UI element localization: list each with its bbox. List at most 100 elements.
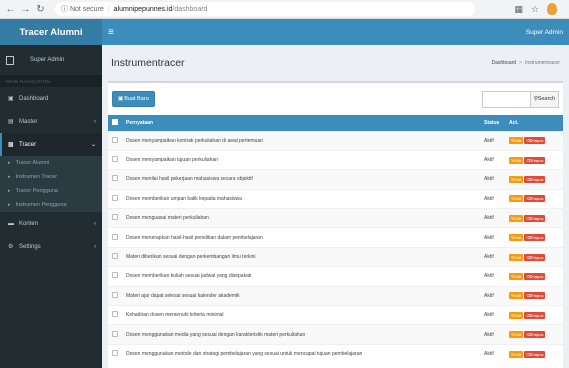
delete-label: Hapus [531,332,544,338]
sidebar-subitem-instrumen-tracer[interactable]: ▸ Instrumen Tracer [0,170,102,184]
row-checkbox[interactable] [112,311,118,318]
delete-button[interactable]: ⌫Hapus [524,234,546,242]
add-new-button[interactable]: ▣Buat Baru [112,91,155,107]
sidebar-item-settings[interactable]: ⚙ Settings ‹ [0,235,102,258]
chevron-left-icon: ‹ [94,243,96,250]
sidebar-item-konten[interactable]: ▬ Konten ‹ [0,212,102,235]
statement-cell: Dosen memberikan umpan balik kepada maha… [126,195,242,202]
statement-cell: Materi ajar dapat selesai sesuai kalende… [126,292,240,299]
row-checkbox[interactable] [112,214,118,221]
delete-label: Hapus [531,215,544,221]
sidebar-item-label: Master [19,118,38,125]
edit-button[interactable]: ✎Edit [509,175,524,183]
row-checkbox-cell [108,209,122,228]
edit-button[interactable]: ✎Edit [509,331,524,339]
status-cell: Aktif [484,312,494,319]
delete-button[interactable]: ⌫Hapus [524,253,546,261]
delete-button[interactable]: ⌫Hapus [524,214,546,222]
address-bar[interactable]: ⓘ Not secure | alumnipepunnes.id/dashboa… [55,2,475,16]
action-cell: ✎Edit ⌫Hapus [505,247,563,266]
row-checkbox[interactable] [112,330,118,337]
statement-cell: Dosen menggunakan media yang sesuai deng… [126,331,306,338]
select-all-checkbox[interactable] [112,118,118,125]
edit-button[interactable]: ✎Edit [509,350,524,358]
table-row: Dosen menerapkan hasil-hasil penelitian … [108,227,563,247]
sidebar-subitem-instrumen-pengguna[interactable]: ▸ Instrumen Pengguna [0,198,102,212]
status-cell: Aktif [484,234,494,241]
delete-button[interactable]: ⌫Hapus [524,137,546,145]
translate-icon[interactable]: ▦ [514,4,523,15]
action-cell: ✎Edit ⌫Hapus [505,131,563,150]
row-checkbox-cell [108,189,122,208]
menu-toggle-icon[interactable]: ≡ [108,27,114,38]
sidebar-item-tracer[interactable]: ▩ Tracer ⌄ [0,133,102,156]
breadcrumb: Dashboard > Instrumentracer [492,60,560,66]
search-button[interactable]: ⚲ Search [531,90,559,108]
row-checkbox[interactable] [112,350,118,357]
edit-button[interactable]: ✎Edit [509,292,524,300]
chevron-left-icon: ‹ [94,220,96,227]
sidebar-subitem-label: Tracer Alumni [15,160,50,166]
edit-button[interactable]: ✎Edit [509,234,524,242]
extension-icon[interactable] [547,3,557,15]
edit-button[interactable]: ✎Edit [509,195,524,203]
delete-label: Hapus [531,138,544,144]
delete-button[interactable]: ⌫Hapus [524,195,546,203]
sidebar-subitem-tracer-alumni[interactable]: ▸ Tracer Alumni [0,156,102,170]
reload-icon[interactable]: ↻ [34,3,47,16]
status-cell: Aktif [484,215,494,222]
url-path: /dashboard [172,5,208,13]
delete-button[interactable]: ⌫Hapus [524,350,546,358]
edit-button[interactable]: ✎Edit [509,214,524,222]
sidebar-section-header: MAIN NAVIGATION [0,75,102,87]
delete-button[interactable]: ⌫Hapus [524,331,546,339]
sidebar-user-name: Super Admin [30,57,65,63]
row-checkbox[interactable] [112,136,118,143]
edit-label: Edit [514,273,522,279]
action-cell: ✎Edit ⌫Hapus [505,189,563,208]
back-icon[interactable]: ← [4,3,17,16]
delete-button[interactable]: ⌫Hapus [524,311,546,319]
edit-button[interactable]: ✎Edit [509,253,524,261]
delete-button[interactable]: ⌫Hapus [524,175,546,183]
delete-label: Hapus [531,176,544,182]
delete-button[interactable]: ⌫Hapus [524,292,546,300]
desktop-icon: ▬ [8,220,14,227]
edit-button[interactable]: ✎Edit [509,311,524,319]
delete-button[interactable]: ⌫Hapus [524,156,546,164]
header-statement[interactable]: Pernyataan [122,115,480,131]
sidebar-item-master[interactable]: ▤ Master ‹ [0,110,102,133]
bookmark-star-icon[interactable]: ☆ [531,4,539,15]
sidebar: Super Admin MAIN NAVIGATION ▣ Dashboard … [0,45,102,368]
forward-icon[interactable]: → [19,3,32,16]
search-input[interactable] [482,90,531,108]
row-checkbox[interactable] [112,253,118,260]
sidebar-subitem-tracer-pengguna[interactable]: ▸ Tracer Pengguna [0,184,102,198]
edit-label: Edit [514,235,522,241]
row-checkbox[interactable] [112,194,118,201]
sidebar-item-dashboard[interactable]: ▣ Dashboard [0,87,102,110]
statement-cell: Dosen menggunakan metode dan strategi pe… [126,351,363,358]
delete-label: Hapus [531,196,544,202]
action-cell: ✎Edit ⌫Hapus [505,325,563,344]
header-status[interactable]: Status [480,115,505,131]
row-checkbox[interactable] [112,156,118,163]
row-checkbox[interactable] [112,175,118,182]
edit-button[interactable]: ✎Edit [509,156,524,164]
edit-button[interactable]: ✎Edit [509,137,524,145]
edit-button[interactable]: ✎Edit [509,272,524,280]
edit-label: Edit [514,332,522,338]
tracer-submenu: ▸ Tracer Alumni ▸ Instrumen Tracer ▸ Tra… [0,156,102,212]
row-checkbox[interactable] [112,233,118,240]
app-logo[interactable]: Tracer Alumni [0,19,102,45]
caret-right-icon: ▸ [8,202,11,208]
delete-button[interactable]: ⌫Hapus [524,272,546,280]
row-checkbox[interactable] [112,272,118,279]
action-cell: ✎Edit ⌫Hapus [505,344,563,363]
row-checkbox[interactable] [112,291,118,298]
sidebar-item-label: Konten [19,220,39,227]
user-menu[interactable]: Super Admin [526,29,563,36]
table-row: Dosen memberikan umpan balik kepada maha… [108,189,563,208]
delete-label: Hapus [531,312,544,318]
breadcrumb-home[interactable]: Dashboard [492,60,516,66]
